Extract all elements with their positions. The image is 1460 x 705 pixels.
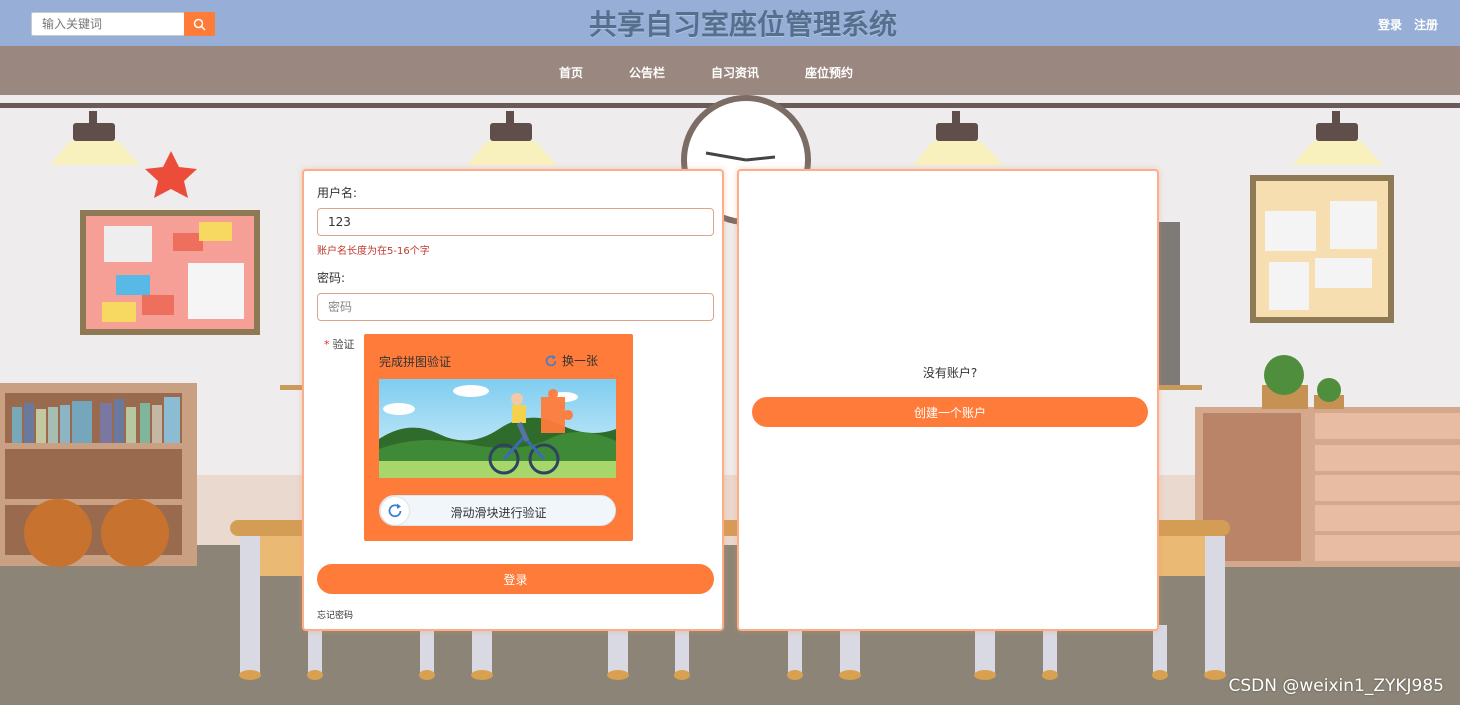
auth-links: 登录 注册 [1378, 16, 1438, 33]
password-label: 密码: [317, 271, 346, 285]
no-account-prompt: 没有账户? [922, 366, 978, 380]
nav-item-home[interactable]: 首页 [559, 64, 583, 81]
captcha-refresh-button[interactable]: 换一张 [544, 352, 598, 369]
captcha-slider-track[interactable]: 滑动滑块进行验证 [379, 495, 616, 526]
captcha-title: 完成拼图验证 [379, 355, 452, 369]
classroom-illustration [0, 95, 1460, 705]
username-input[interactable] [317, 208, 714, 236]
watermark: CSDN @weixin1_ZYKJ985 [1228, 676, 1444, 696]
create-account-button[interactable]: 创建一个账户 [752, 397, 1148, 427]
register-card: 没有账户? 创建一个账户 [737, 169, 1159, 631]
nav-item-seat-booking[interactable]: 座位预约 [805, 64, 853, 81]
top-header: 共享自习室座位管理系统 登录 注册 [0, 0, 1460, 46]
verify-label: * 验证 [324, 338, 355, 351]
verify-label-text: 验证 [332, 338, 355, 351]
slider-handle[interactable] [381, 497, 409, 525]
username-error: 账户名长度为在5-16个字 [317, 246, 430, 257]
register-link[interactable]: 注册 [1414, 16, 1438, 33]
puzzle-captcha: 完成拼图验证 换一张 滑动滑块进行验证 [364, 334, 633, 541]
login-submit-button[interactable]: 登录 [317, 564, 714, 594]
slider-refresh-icon [388, 503, 402, 518]
main-nav: 首页 公告栏 自习资讯 座位预约 [0, 46, 1460, 95]
password-input[interactable] [317, 293, 714, 321]
login-form-card: 用户名: 账户名长度为在5-16个字 密码: *验证 完成拼图验证 换一张 [302, 169, 724, 631]
site-title: 共享自习室座位管理系统 [588, 8, 897, 41]
refresh-icon [545, 354, 557, 366]
login-link[interactable]: 登录 [1378, 16, 1402, 33]
slider-text: 滑动滑块进行验证 [450, 506, 547, 520]
nav-item-news[interactable]: 自习资讯 [711, 64, 759, 81]
classroom-background [0, 95, 1460, 705]
nav-item-notice[interactable]: 公告栏 [629, 64, 665, 81]
captcha-refresh-label: 换一张 [562, 354, 599, 368]
username-label: 用户名: [317, 186, 358, 200]
captcha-image [379, 379, 616, 478]
forgot-password-link[interactable]: 忘记密码 [317, 608, 353, 621]
